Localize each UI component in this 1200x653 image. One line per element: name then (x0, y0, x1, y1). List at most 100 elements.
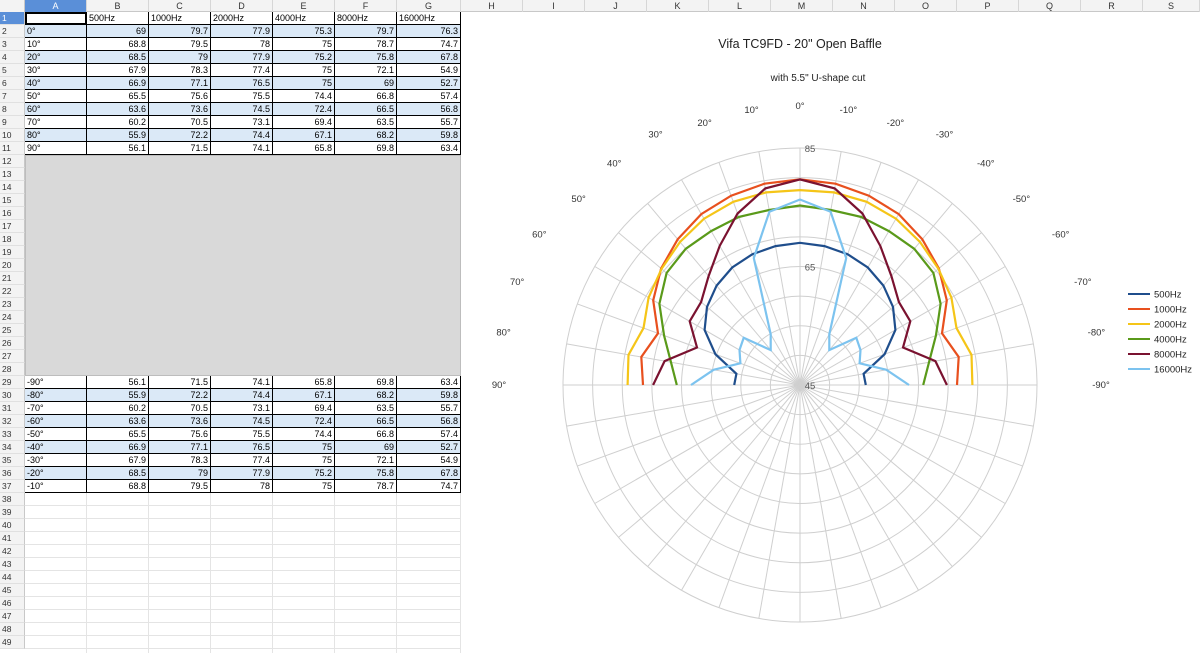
row-header-20[interactable]: 20 (0, 259, 25, 272)
cell-value[interactable]: 77.9 (211, 51, 273, 64)
cell-value[interactable]: 63.6 (87, 103, 149, 116)
row-header-5[interactable]: 5 (0, 64, 25, 77)
cell-value[interactable]: 63.5 (335, 116, 397, 129)
row-header-15[interactable]: 15 (0, 194, 25, 207)
row-header-45[interactable]: 45 (0, 584, 25, 597)
row-header-6[interactable]: 6 (0, 77, 25, 90)
cell-value[interactable]: 52.7 (397, 77, 461, 90)
cell-header-4000hz[interactable]: 4000Hz (273, 12, 335, 25)
row-header-23[interactable]: 23 (0, 298, 25, 311)
row-header-36[interactable]: 36 (0, 467, 25, 480)
row-header-25[interactable]: 25 (0, 324, 25, 337)
cell-value[interactable]: 74.4 (273, 428, 335, 441)
row-header-46[interactable]: 46 (0, 597, 25, 610)
cell-value[interactable]: 75 (273, 38, 335, 51)
row-header-37[interactable]: 37 (0, 480, 25, 493)
cell-value[interactable]: 79.7 (149, 25, 211, 38)
cell-value[interactable]: 63.4 (397, 142, 461, 155)
row-header-33[interactable]: 33 (0, 428, 25, 441)
cell-value[interactable]: 69 (335, 441, 397, 454)
cell-value[interactable]: 75 (273, 480, 335, 493)
cell-header-8000hz[interactable]: 8000Hz (335, 12, 397, 25)
cell-value[interactable]: 74.1 (211, 142, 273, 155)
cell-value[interactable]: 74.7 (397, 38, 461, 51)
cell-angle[interactable]: 80° (25, 129, 87, 142)
column-header-h[interactable]: H (461, 0, 523, 12)
cell-angle[interactable]: -20° (25, 467, 87, 480)
cell-value[interactable]: 75 (273, 454, 335, 467)
row-header-3[interactable]: 3 (0, 38, 25, 51)
column-header-p[interactable]: P (957, 0, 1019, 12)
cell-value[interactable]: 77.1 (149, 441, 211, 454)
cell-value[interactable]: 67.9 (87, 64, 149, 77)
row-header-42[interactable]: 42 (0, 545, 25, 558)
column-header-i[interactable]: I (523, 0, 585, 12)
column-header-l[interactable]: L (709, 0, 771, 12)
cell-value[interactable]: 65.8 (273, 142, 335, 155)
row-header-30[interactable]: 30 (0, 389, 25, 402)
cell-value[interactable]: 69 (87, 25, 149, 38)
cell-value[interactable]: 78.3 (149, 64, 211, 77)
cell-value[interactable]: 74.4 (211, 129, 273, 142)
row-header-13[interactable]: 13 (0, 168, 25, 181)
cell-value[interactable]: 66.9 (87, 441, 149, 454)
row-header-49[interactable]: 49 (0, 636, 25, 649)
cell-value[interactable]: 54.9 (397, 64, 461, 77)
cell-value[interactable]: 78 (211, 480, 273, 493)
cell-value[interactable]: 79.7 (335, 25, 397, 38)
cell-value[interactable]: 68.2 (335, 389, 397, 402)
cell-angle[interactable]: 60° (25, 103, 87, 116)
cell-value[interactable]: 66.8 (335, 428, 397, 441)
column-header-g[interactable]: G (397, 0, 461, 12)
row-header-34[interactable]: 34 (0, 441, 25, 454)
column-header-m[interactable]: M (771, 0, 833, 12)
cell-value[interactable]: 66.5 (335, 103, 397, 116)
cell-value[interactable]: 67.9 (87, 454, 149, 467)
cell-value[interactable]: 73.1 (211, 116, 273, 129)
cell-a1[interactable] (25, 12, 87, 25)
column-header-r[interactable]: R (1081, 0, 1143, 12)
cell-header-16000hz[interactable]: 16000Hz (397, 12, 461, 25)
cell-value[interactable]: 78 (211, 38, 273, 51)
cell-value[interactable]: 79.5 (149, 38, 211, 51)
cell-value[interactable]: 78.7 (335, 38, 397, 51)
cell-value[interactable]: 72.2 (149, 129, 211, 142)
column-header-c[interactable]: C (149, 0, 211, 12)
cell-value[interactable]: 75.6 (149, 90, 211, 103)
row-header-48[interactable]: 48 (0, 623, 25, 636)
cell-value[interactable]: 77.4 (211, 454, 273, 467)
cell-header-500hz[interactable]: 500Hz (87, 12, 149, 25)
row-header-39[interactable]: 39 (0, 506, 25, 519)
cell-value[interactable]: 69.4 (273, 116, 335, 129)
cell-value[interactable]: 75.5 (211, 428, 273, 441)
cell-value[interactable]: 67.1 (273, 129, 335, 142)
cell-value[interactable]: 55.9 (87, 129, 149, 142)
cell-value[interactable]: 76.5 (211, 441, 273, 454)
row-header-1[interactable]: 1 (0, 12, 25, 25)
cell-value[interactable]: 68.5 (87, 467, 149, 480)
cell-value[interactable]: 74.4 (211, 389, 273, 402)
row-header-40[interactable]: 40 (0, 519, 25, 532)
cell-value[interactable]: 65.5 (87, 428, 149, 441)
row-header-18[interactable]: 18 (0, 233, 25, 246)
cell-angle[interactable]: -10° (25, 480, 87, 493)
cell-value[interactable]: 75 (273, 441, 335, 454)
cell-angle[interactable]: 90° (25, 142, 87, 155)
cell-value[interactable]: 75.5 (211, 90, 273, 103)
cell-value[interactable]: 68.8 (87, 38, 149, 51)
cell-header-1000hz[interactable]: 1000Hz (149, 12, 211, 25)
cell-value[interactable]: 56.8 (397, 103, 461, 116)
column-header-a[interactable]: A (25, 0, 87, 12)
row-header-29[interactable]: 29 (0, 376, 25, 389)
column-header-j[interactable]: J (585, 0, 647, 12)
cell-value[interactable]: 68.8 (87, 480, 149, 493)
cell-value[interactable]: 79 (149, 467, 211, 480)
row-header-7[interactable]: 7 (0, 90, 25, 103)
cell-value[interactable]: 57.4 (397, 90, 461, 103)
column-header-d[interactable]: D (211, 0, 273, 12)
cell-value[interactable]: 77.4 (211, 64, 273, 77)
cell-value[interactable]: 52.7 (397, 441, 461, 454)
row-header-47[interactable]: 47 (0, 610, 25, 623)
cell-value[interactable]: 75.2 (273, 51, 335, 64)
row-header-17[interactable]: 17 (0, 220, 25, 233)
